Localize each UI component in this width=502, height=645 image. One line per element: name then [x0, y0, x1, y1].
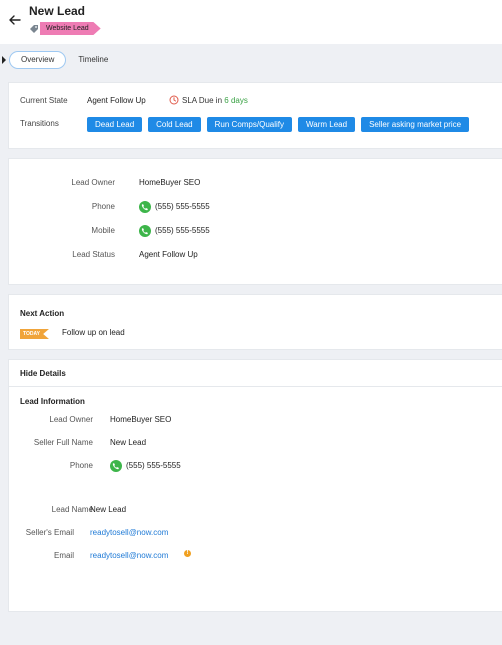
email-label: Email — [53, 551, 74, 560]
lead-summary-card: Lead Owner HomeBuyer SEO Phone (555) 555… — [8, 158, 502, 285]
tab-overview[interactable]: Overview — [9, 51, 67, 69]
cold-lead-button[interactable]: Cold Lead — [148, 117, 201, 132]
phone-value[interactable]: (555) 555-5555 — [155, 202, 210, 211]
back-arrow-icon[interactable] — [8, 13, 22, 27]
phone-icon[interactable] — [139, 201, 151, 213]
state-card: Current State Agent Follow Up SLA Due in… — [8, 82, 502, 149]
lead-owner-label: Lead Owner — [49, 415, 93, 424]
next-action-card: Next Action TODAY Follow up on lead — [8, 294, 502, 350]
caret-icon — [2, 56, 6, 64]
clock-icon — [169, 95, 179, 105]
details-card: Hide Details Lead Information Lead Owner… — [8, 359, 502, 612]
transitions-label: Transitions — [20, 119, 59, 128]
next-action-text: Follow up on lead — [62, 328, 125, 337]
hide-details-toggle[interactable]: Hide Details — [20, 369, 66, 378]
lead-source-tag[interactable]: Website Lead — [40, 22, 101, 35]
lead-information-title: Lead Information — [20, 397, 85, 406]
lead-name-value: New Lead — [90, 505, 127, 514]
next-action-title: Next Action — [20, 309, 65, 318]
transition-buttons: Dead Lead Cold Lead Run Comps/Qualify Wa… — [87, 117, 475, 132]
lead-owner-value: HomeBuyer SEO — [110, 415, 172, 424]
lead-status-label: Lead Status — [72, 250, 115, 259]
lead-owner-label: Lead Owner — [71, 178, 115, 187]
phone-label: Phone — [91, 202, 115, 211]
run-comps-qualify-button[interactable]: Run Comps/Qualify — [206, 117, 292, 132]
phone-label: Phone — [69, 461, 93, 470]
lead-status-value: Agent Follow Up — [139, 250, 198, 259]
today-badge: TODAY — [20, 329, 49, 339]
lead-name-label: Lead Name — [51, 505, 93, 514]
lead-owner-value: HomeBuyer SEO — [139, 178, 201, 187]
current-state-label: Current State — [20, 96, 68, 105]
page-title: New Lead — [29, 4, 86, 18]
seller-full-name-value: New Lead — [110, 438, 147, 447]
divider — [9, 386, 502, 387]
tab-bar: Overview Timeline — [9, 51, 120, 69]
tab-timeline[interactable]: Timeline — [66, 51, 120, 69]
warm-lead-button[interactable]: Warm Lead — [298, 117, 356, 132]
record-header: New Lead Website Lead — [0, 0, 502, 44]
mobile-value[interactable]: (555) 555-5555 — [155, 226, 210, 235]
sla-prefix: SLA Due in — [182, 96, 223, 105]
mobile-label: Mobile — [91, 226, 115, 235]
sla-days: 6 days — [224, 96, 248, 105]
email-link[interactable]: readytosell@now.com — [90, 551, 168, 560]
tag-icon — [30, 25, 38, 33]
seller-email-label: Seller's Email — [25, 528, 74, 537]
seller-asking-market-price-button[interactable]: Seller asking market price — [361, 117, 470, 132]
sla-due: SLA Due in 6 days — [182, 96, 248, 105]
warning-icon: ! — [184, 550, 191, 557]
phone-icon[interactable] — [139, 225, 151, 237]
phone-value[interactable]: (555) 555-5555 — [126, 461, 181, 470]
seller-full-name-label: Seller Full Name — [33, 438, 93, 447]
dead-lead-button[interactable]: Dead Lead — [87, 117, 143, 132]
phone-icon[interactable] — [110, 460, 122, 472]
current-state-value: Agent Follow Up — [87, 96, 146, 105]
seller-email-link[interactable]: readytosell@now.com — [90, 528, 168, 537]
